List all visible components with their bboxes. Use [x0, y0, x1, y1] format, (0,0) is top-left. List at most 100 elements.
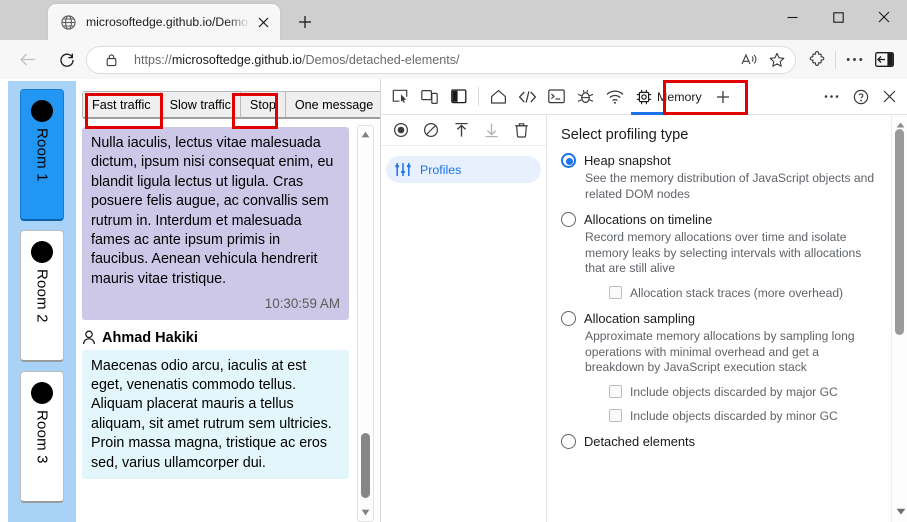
- ellipsis-icon[interactable]: [817, 83, 846, 111]
- room-button-3[interactable]: Room 3: [20, 371, 64, 503]
- globe-icon: [60, 14, 77, 31]
- checkbox-icon[interactable]: [609, 409, 622, 423]
- radio-icon[interactable]: [561, 310, 576, 326]
- close-icon[interactable]: [875, 83, 904, 111]
- scroll-down-icon[interactable]: [358, 505, 373, 520]
- option-label: Heap snapshot: [584, 153, 671, 168]
- console-icon[interactable]: [542, 83, 571, 111]
- option-description: See the memory distribution of JavaScrip…: [585, 171, 875, 201]
- pane-heading: Select profiling type: [561, 127, 689, 143]
- message-text: Maecenas odio arcu, iaculis at est eget,…: [91, 357, 332, 471]
- message-bubble: Nulla iaculis, lectus vitae malesuada di…: [82, 127, 349, 320]
- puzzle-piece-icon[interactable]: [802, 45, 832, 75]
- minimize-icon[interactable]: [769, 0, 815, 34]
- home-icon[interactable]: [484, 83, 513, 111]
- devtools-panel: Memory Profiles Select profiling type He…: [380, 79, 907, 522]
- person-icon: [82, 330, 96, 345]
- network-icon[interactable]: [600, 83, 629, 111]
- devtools-tabbar: Memory: [381, 79, 907, 115]
- inspect-element-icon[interactable]: [386, 83, 415, 111]
- close-icon[interactable]: [250, 9, 276, 35]
- address-bar[interactable]: https://microsoftedge.github.io/Demos/de…: [86, 45, 796, 74]
- checkbox-icon[interactable]: [609, 385, 622, 399]
- scroll-down-icon[interactable]: [893, 504, 907, 519]
- devtools-sidebar: Profiles: [381, 115, 547, 522]
- sliders-icon: [395, 162, 411, 177]
- read-aloud-icon[interactable]: [735, 48, 763, 72]
- chat-app: Room 1 Room 2 Room 3 Fast traffic Slow t…: [8, 81, 380, 522]
- lock-icon[interactable]: [97, 48, 125, 72]
- one-message-button[interactable]: One message: [285, 91, 380, 119]
- radio-icon[interactable]: [561, 212, 576, 228]
- chat-scrollbar[interactable]: [357, 125, 374, 522]
- room-label: Room 1: [33, 128, 51, 182]
- room-button-1[interactable]: Room 1: [20, 89, 64, 221]
- slow-traffic-button[interactable]: Slow traffic: [160, 91, 241, 119]
- ellipsis-icon[interactable]: [839, 45, 869, 75]
- back-arrow-icon[interactable]: [12, 45, 42, 75]
- option-heap-snapshot[interactable]: Heap snapshot: [561, 152, 907, 169]
- page-viewport: Room 1 Room 2 Room 3 Fast traffic Slow t…: [0, 79, 380, 522]
- sources-debug-icon[interactable]: [571, 83, 600, 111]
- record-icon[interactable]: [388, 118, 414, 142]
- tab-strip: microsoftedge.github.io/Demos/d: [0, 0, 907, 40]
- message-author: Ahmad Hakiki: [82, 330, 366, 346]
- add-panel-icon[interactable]: [709, 83, 738, 111]
- scroll-up-icon[interactable]: [358, 127, 373, 142]
- profiling-type-pane: Select profiling type Heap snapshot See …: [547, 115, 907, 522]
- message-item: Ahmad Hakiki Nulla iaculis, lectus vitae…: [82, 125, 366, 320]
- reload-icon[interactable]: [52, 45, 82, 75]
- option-description: Approximate memory allocations by sampli…: [585, 328, 855, 375]
- divider: [478, 87, 479, 106]
- devtools-scrollbar[interactable]: [891, 115, 907, 522]
- elements-icon[interactable]: [513, 83, 542, 111]
- rooms-rail: Room 1 Room 2 Room 3: [8, 81, 76, 522]
- option-label: Allocations on timeline: [584, 212, 713, 228]
- option-detached-elements[interactable]: Detached elements: [561, 433, 907, 450]
- load-profile-icon[interactable]: [448, 118, 474, 142]
- checkbox-major-gc[interactable]: Include objects discarded by major GC: [609, 385, 907, 399]
- profiles-toolbar: [381, 115, 546, 146]
- room-dot-icon: [31, 100, 53, 122]
- radio-icon[interactable]: [561, 153, 576, 168]
- chat-column: Fast traffic Slow traffic Stop One messa…: [76, 81, 380, 522]
- star-icon[interactable]: [763, 48, 791, 72]
- dock-side-icon[interactable]: [444, 83, 473, 111]
- checkbox-icon[interactable]: [609, 286, 622, 300]
- tab-memory[interactable]: Memory: [629, 82, 709, 115]
- close-icon[interactable]: [861, 0, 907, 34]
- url-text: https://microsoftedge.github.io/Demos/de…: [134, 52, 460, 67]
- delete-profile-icon[interactable]: [508, 118, 534, 142]
- option-label: Detached elements: [584, 433, 696, 449]
- message-item: Ahmad Hakiki Maecenas odio arcu, iaculis…: [82, 330, 366, 480]
- checkbox-allocation-stack-traces[interactable]: Allocation stack traces (more overhead): [609, 286, 907, 300]
- save-profile-icon[interactable]: [478, 118, 504, 142]
- option-allocations-on-timeline[interactable]: Allocations on timeline: [561, 211, 907, 228]
- checkbox-label: Include objects discarded by minor GC: [630, 408, 838, 423]
- room-dot-icon: [31, 241, 53, 263]
- fast-traffic-button[interactable]: Fast traffic: [82, 91, 161, 119]
- radio-icon[interactable]: [561, 433, 576, 449]
- maximize-icon[interactable]: [815, 0, 861, 34]
- checkbox-minor-gc[interactable]: Include objects discarded by minor GC: [609, 409, 907, 423]
- chat-scrollbar-thumb[interactable]: [361, 433, 370, 498]
- new-tab-button[interactable]: [290, 8, 320, 36]
- option-allocation-sampling[interactable]: Allocation sampling: [561, 310, 907, 327]
- room-button-2[interactable]: Room 2: [20, 230, 64, 362]
- stop-button[interactable]: Stop: [240, 91, 286, 119]
- room-label: Room 2: [33, 269, 51, 323]
- memory-chip-icon: [636, 89, 652, 105]
- checkbox-label: Include objects discarded by major GC: [630, 384, 838, 399]
- device-toolbar-icon[interactable]: [415, 83, 444, 111]
- browser-essentials-icon[interactable]: [869, 45, 899, 75]
- message-timestamp: 10:30:59 AM: [264, 296, 340, 312]
- sidebar-item-profiles[interactable]: Profiles: [386, 156, 541, 183]
- help-icon[interactable]: [846, 83, 875, 111]
- devtools-scrollbar-thumb[interactable]: [895, 129, 904, 335]
- devtools-tabbar-actions: [817, 83, 907, 111]
- traffic-toolbar: Fast traffic Slow traffic Stop One messa…: [82, 91, 380, 119]
- clear-icon[interactable]: [418, 118, 444, 142]
- browser-window: microsoftedge.github.io/Demos/d https://…: [0, 0, 907, 522]
- browser-tab[interactable]: microsoftedge.github.io/Demos/d: [48, 4, 280, 40]
- message-list[interactable]: Ahmad Hakiki Nulla iaculis, lectus vitae…: [82, 125, 366, 522]
